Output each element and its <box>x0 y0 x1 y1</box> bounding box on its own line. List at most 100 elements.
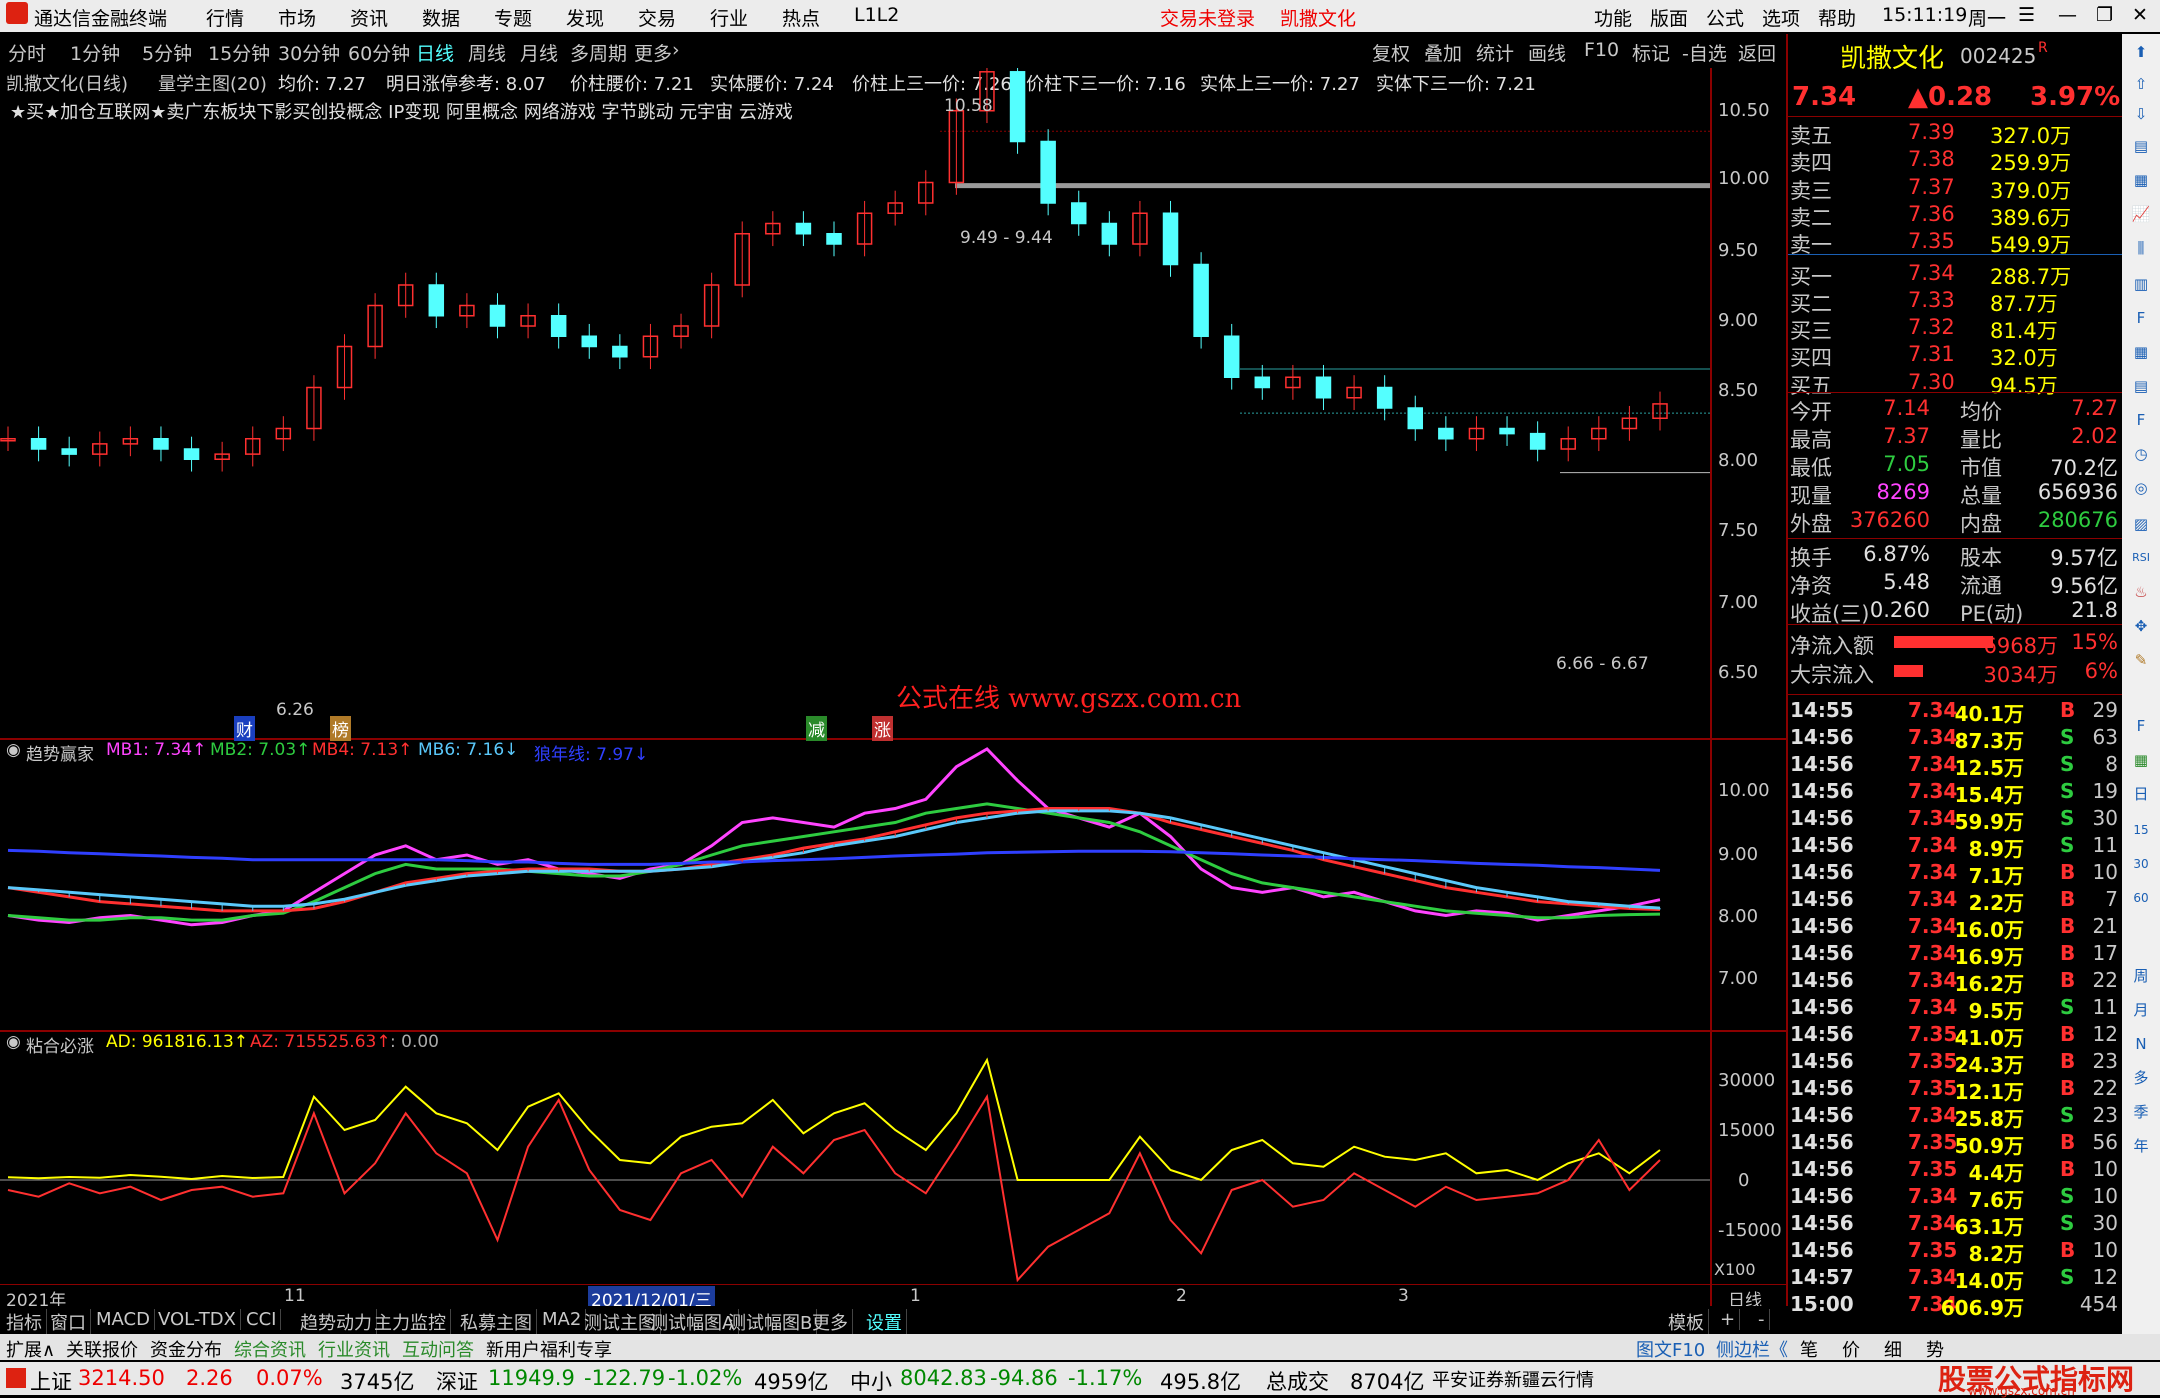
indicator-tab[interactable]: 指标 <box>6 1309 47 1335</box>
period-tab[interactable]: 15分钟 <box>208 39 270 66</box>
arrow-up-icon[interactable]: ⇧ <box>2129 72 2153 96</box>
info-tab[interactable]: 资金分布 <box>150 1336 222 1362</box>
tool-button[interactable]: 统计 <box>1476 39 1514 66</box>
indicator-tab[interactable]: 测试幅图A <box>650 1309 740 1335</box>
tick-row[interactable]: 14:56 7.34 16.9万 B 17 <box>1790 941 2122 969</box>
menu-item[interactable]: 热点 <box>782 4 820 31</box>
tick-row[interactable]: 14:57 7.34 14.0万 S 12 <box>1790 1265 2122 1293</box>
menu-icon[interactable]: ☰ <box>2018 4 2035 26</box>
close-icon[interactable]: ✕ <box>2132 4 2148 26</box>
indicator-tab[interactable]: 模板 <box>1668 1309 1709 1335</box>
side-tab[interactable]: 侧边栏《 <box>1716 1336 1788 1362</box>
side-tab[interactable]: 笔 <box>1800 1336 1818 1362</box>
tick-row[interactable]: 14:56 7.35 12.1万 B 22 <box>1790 1076 2122 1104</box>
tick-row[interactable]: 14:56 7.34 15.4万 S 19 <box>1790 779 2122 807</box>
tick-row[interactable]: 14:56 7.34 8.9万 S 11 <box>1790 833 2122 861</box>
indicator-tab[interactable]: - <box>1758 1309 1770 1330</box>
arrow-up-icon[interactable]: ⬆ <box>2129 40 2153 64</box>
side-tab[interactable]: 价 <box>1842 1336 1860 1362</box>
minimize-icon[interactable]: — <box>2058 4 2077 26</box>
tick-row[interactable]: 14:56 7.35 4.4万 B 10 <box>1790 1157 2122 1185</box>
sell-row[interactable]: 卖五 7.39 327.0万 <box>1790 120 2122 148</box>
tick-row[interactable]: 14:56 7.34 7.6万 S 10 <box>1790 1184 2122 1212</box>
list-icon[interactable]: ▤ <box>2129 134 2153 158</box>
menu-item[interactable]: 公式 <box>1706 4 1744 31</box>
side-tab[interactable]: 细 <box>1884 1336 1902 1362</box>
pencil-icon[interactable]: ✎ <box>2129 648 2153 672</box>
menu-item[interactable]: 资讯 <box>350 4 388 31</box>
adhesion-indicator-chart[interactable] <box>0 1032 1710 1284</box>
tool-button[interactable]: -自选 <box>1682 39 1727 66</box>
indicator-tab[interactable]: 更多 <box>812 1309 853 1335</box>
side-tab[interactable]: 图文F10 <box>1636 1336 1705 1362</box>
indicator-tab[interactable]: 私募主图 <box>460 1309 537 1335</box>
tick-row[interactable]: 14:56 7.35 41.0万 B 12 <box>1790 1022 2122 1050</box>
fire-icon[interactable]: ♨ <box>2129 580 2153 604</box>
menu-item[interactable]: 市场 <box>278 4 316 31</box>
tick-row[interactable]: 14:56 7.34 16.2万 B 22 <box>1790 968 2122 996</box>
chevron-right-icon[interactable]: › <box>672 39 680 61</box>
f10-icon[interactable]: F <box>2129 306 2153 330</box>
indicator-tab[interactable]: + <box>1720 1309 1741 1330</box>
tool-button[interactable]: 叠加 <box>1424 39 1462 66</box>
indicator-tab[interactable]: 趋势动力 <box>300 1309 377 1335</box>
tick-row[interactable]: 14:56 7.34 7.1万 B 10 <box>1790 860 2122 888</box>
interval-label[interactable]: 月 <box>2129 998 2153 1022</box>
tool-button[interactable]: 复权 <box>1372 39 1410 66</box>
chart-icon[interactable]: ▨ <box>2129 512 2153 536</box>
arrow-down-icon[interactable]: ⇩ <box>2129 102 2153 126</box>
buy-row[interactable]: 买三 7.32 81.4万 <box>1790 315 2122 343</box>
tick-row[interactable]: 14:56 7.34 12.5万 S 8 <box>1790 752 2122 780</box>
indicator-tab[interactable]: VOL-TDX <box>158 1309 241 1330</box>
interval-label[interactable]: 年 <box>2129 1134 2153 1158</box>
index-name[interactable]: 中小 <box>850 1366 892 1396</box>
period-tab[interactable]: 60分钟 <box>348 39 410 66</box>
tick-row[interactable]: 14:56 7.35 50.9万 B 56 <box>1790 1130 2122 1158</box>
interval-label[interactable]: N <box>2129 1032 2153 1056</box>
indicator-tab[interactable]: MACD <box>96 1309 155 1330</box>
tool-button[interactable]: F10 <box>1584 39 1619 61</box>
menu-item[interactable]: 选项 <box>1762 4 1800 31</box>
info-tab[interactable]: 扩展∧ <box>6 1336 55 1362</box>
sell-row[interactable]: 卖三 7.37 379.0万 <box>1790 175 2122 203</box>
period-tab[interactable]: 分时 <box>8 39 46 66</box>
f5-icon[interactable]: F <box>2129 714 2153 738</box>
interval-label[interactable]: 15 <box>2129 818 2153 842</box>
interval-label[interactable]: 周 <box>2129 964 2153 988</box>
tick-row[interactable]: 14:56 7.34 63.1万 S 30 <box>1790 1211 2122 1239</box>
buy-row[interactable]: 买二 7.33 87.7万 <box>1790 288 2122 316</box>
trend-indicator-chart[interactable] <box>0 740 1710 1030</box>
menu-item[interactable]: 帮助 <box>1818 4 1856 31</box>
index-name[interactable]: 上证 <box>30 1366 72 1396</box>
tick-row[interactable]: 14:56 7.34 25.8万 S 23 <box>1790 1103 2122 1131</box>
chart-line-icon[interactable]: 📈 <box>2129 202 2153 226</box>
tick-row[interactable]: 14:56 7.34 59.9万 S 30 <box>1790 806 2122 834</box>
menu-item[interactable]: 行情 <box>206 4 244 31</box>
period-tab[interactable]: 周线 <box>468 39 506 66</box>
grid-icon[interactable]: ▦ <box>2129 340 2153 364</box>
target-icon[interactable]: ◎ <box>2129 476 2153 500</box>
period-tab[interactable]: 30分钟 <box>278 39 340 66</box>
interval-label[interactable]: 30 <box>2129 852 2153 876</box>
kline-icon[interactable]: ⫼ <box>2129 236 2153 260</box>
period-tab[interactable]: 1分钟 <box>70 39 120 66</box>
info-tab[interactable]: 综合资讯 <box>234 1336 306 1362</box>
tick-row[interactable]: 14:56 7.35 24.3万 B 23 <box>1790 1049 2122 1077</box>
period-tab[interactable]: 多周期 <box>570 39 627 66</box>
buy-row[interactable]: 买四 7.31 32.0万 <box>1790 342 2122 370</box>
restore-icon[interactable]: ❐ <box>2096 4 2113 26</box>
period-tab[interactable]: 5分钟 <box>142 39 192 66</box>
period-tab[interactable]: 更多 <box>634 39 672 66</box>
info-tab[interactable]: 互动问答 <box>402 1336 474 1362</box>
tool-button[interactable]: 画线 <box>1528 39 1566 66</box>
menu-item[interactable]: 专题 <box>494 4 532 31</box>
menu-item[interactable]: 行业 <box>710 4 748 31</box>
menu-item[interactable]: L1L2 <box>854 4 899 26</box>
period-tab-active[interactable]: 日线 <box>416 39 454 66</box>
tick-row[interactable]: 14:56 7.34 87.3万 S 63 <box>1790 725 2122 753</box>
info-tab[interactable]: 行业资讯 <box>318 1336 390 1362</box>
table-icon[interactable]: ▥ <box>2129 272 2153 296</box>
indicator-tab[interactable]: MA2 <box>542 1309 587 1330</box>
indicator-tab[interactable]: 测试幅图B <box>728 1309 818 1335</box>
tick-row[interactable]: 14:56 7.34 2.2万 B 7 <box>1790 887 2122 915</box>
